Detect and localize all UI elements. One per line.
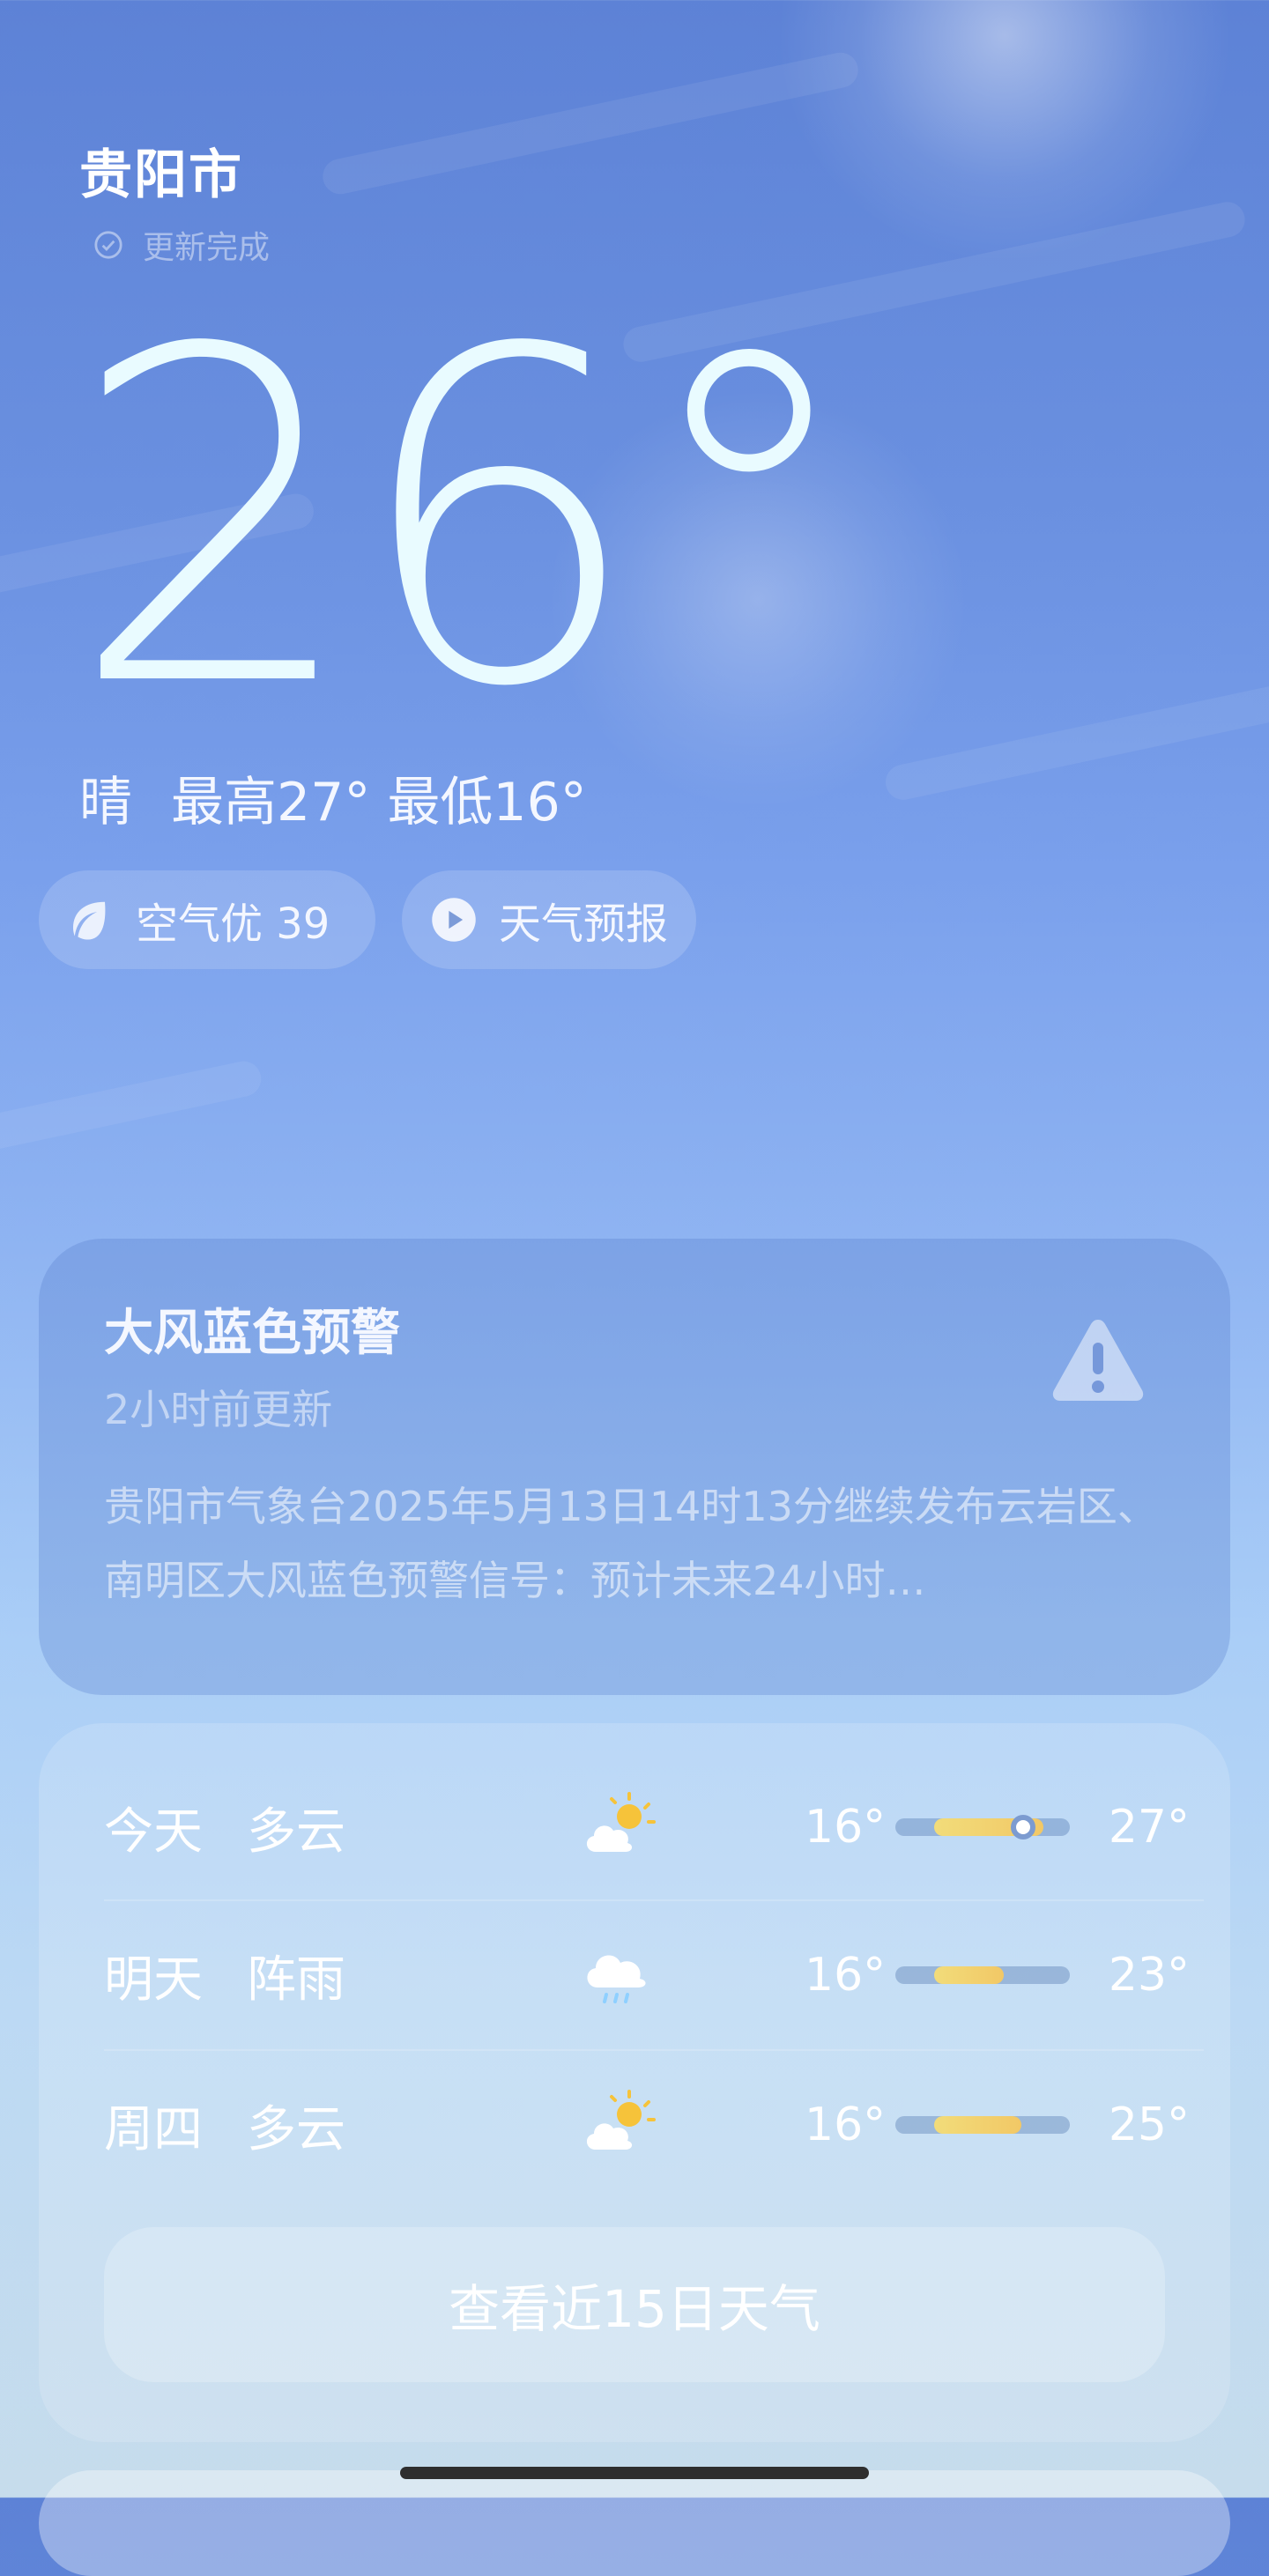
high-low: 最高27° 最低16° bbox=[171, 759, 587, 836]
forecast-high: 25° bbox=[1108, 2099, 1190, 2151]
high-temp: 最高27° bbox=[171, 772, 371, 833]
forecast-condition: 多云 bbox=[247, 1802, 345, 1861]
cloud-streak bbox=[882, 677, 1269, 803]
forecast-row-thursday[interactable]: 周四 多云 16° 25° bbox=[104, 2051, 1204, 2199]
forecast-high: 23° bbox=[1108, 1949, 1190, 2002]
partly-cloudy-icon bbox=[586, 2090, 656, 2150]
forecast-low: 16° bbox=[805, 1949, 887, 2002]
play-icon bbox=[432, 898, 476, 942]
cloud-streak bbox=[0, 1057, 265, 1163]
view-15-day-forecast-button[interactable]: 查看近15日天气 bbox=[104, 2227, 1165, 2382]
weather-forecast-video-button[interactable]: 天气预报 bbox=[402, 870, 696, 969]
partly-cloudy-icon bbox=[586, 1792, 656, 1852]
alert-time: 2小时前更新 bbox=[104, 1386, 333, 1433]
warning-triangle-icon bbox=[1052, 1320, 1144, 1401]
current-condition: 晴 bbox=[79, 772, 132, 833]
forecast-condition: 阵雨 bbox=[247, 1951, 345, 2009]
forecast-low: 16° bbox=[805, 1801, 887, 1854]
today-summary: 晴 最高27° 最低16° bbox=[79, 759, 587, 836]
shower-icon bbox=[587, 1955, 646, 2003]
temp-range-bar bbox=[895, 2116, 1070, 2134]
temp-range-fill bbox=[933, 2116, 1021, 2134]
air-quality-button[interactable]: 空气优 39 bbox=[39, 870, 375, 969]
next-card bbox=[39, 2470, 1230, 2576]
temp-range-fill bbox=[933, 1966, 1004, 1984]
air-quality-label: 空气优 39 bbox=[136, 899, 330, 949]
forecast-high: 27° bbox=[1108, 1801, 1190, 1854]
forecast-low: 16° bbox=[805, 2099, 887, 2151]
daily-forecast-card: 今天 多云 16° 27° 明天 阵雨 16° 23° 周四 多云 16° 25… bbox=[39, 1723, 1230, 2442]
alert-body: 贵阳市气象台2025年5月13日14时13分继续发布云岩区、南明区大风蓝色预警信… bbox=[104, 1483, 1158, 1604]
current-temperature: 26° bbox=[69, 253, 864, 787]
cloud-streak bbox=[319, 48, 862, 198]
city-name[interactable]: 贵阳市 bbox=[79, 132, 243, 209]
low-temp: 最低16° bbox=[387, 772, 587, 833]
forecast-condition: 多云 bbox=[247, 2100, 345, 2158]
temp-range-bar bbox=[895, 1966, 1070, 1984]
forecast-video-label: 天气预报 bbox=[499, 899, 669, 949]
weather-alert-card[interactable]: 大风蓝色预警 2小时前更新 贵阳市气象台2025年5月13日14时13分继续发布… bbox=[39, 1239, 1230, 1695]
forecast-day: 周四 bbox=[104, 2100, 203, 2158]
leaf-icon bbox=[73, 901, 106, 940]
alert-title: 大风蓝色预警 bbox=[104, 1305, 400, 1362]
current-temp-marker bbox=[1010, 1815, 1035, 1839]
forecast-row-tomorrow[interactable]: 明天 阵雨 16° 23° bbox=[104, 1901, 1204, 2049]
forecast-row-today[interactable]: 今天 多云 16° 27° bbox=[104, 1753, 1204, 1901]
forecast-day: 今天 bbox=[104, 1802, 203, 1861]
forecast-day: 明天 bbox=[104, 1951, 203, 2009]
home-indicator[interactable] bbox=[400, 2467, 869, 2479]
temp-range-bar bbox=[895, 1815, 1070, 1839]
